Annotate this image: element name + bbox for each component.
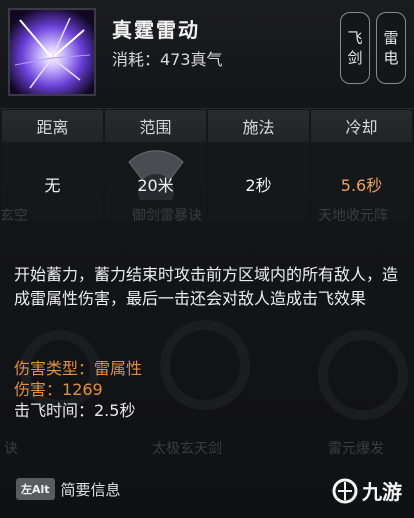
faint-text: 御剑雷暴诀	[132, 208, 202, 224]
damage-type-row: 伤害类型：雷属性	[14, 358, 142, 379]
faint-text: 太极玄天剑	[152, 441, 222, 457]
watermark-logo: 九游	[332, 476, 402, 505]
damage-value: 1269	[62, 380, 103, 399]
stat-distance: 距离 无	[2, 110, 103, 220]
tag-thunder: 雷 电	[376, 12, 406, 84]
stat-value: 2秒	[245, 176, 272, 195]
stat-header: 施法	[208, 110, 309, 142]
tag-char: 飞	[347, 29, 363, 47]
tag-char: 剑	[347, 49, 363, 67]
faint-text: 天地收元阵	[318, 208, 388, 224]
skill-description: 开始蓄力，蓄力结束时攻击前方区域内的所有敌人，造成雷属性伤害，最后一击还会对敌人…	[14, 265, 399, 308]
background-swirl	[160, 320, 250, 410]
tag-flying-sword: 飞 剑	[340, 12, 370, 84]
background-swirl	[318, 330, 408, 420]
stat-value: 5.6秒	[340, 176, 383, 195]
knockup-row: 击飞时间：2.5秒	[14, 401, 136, 420]
stat-header: 冷却	[311, 110, 412, 142]
faint-text: 诀	[4, 441, 18, 457]
stat-value: 20米	[137, 176, 174, 195]
stat-header: 范围	[105, 110, 206, 142]
tag-char: 电	[383, 49, 399, 67]
skill-properties: 伤害类型：雷属性 伤害：1269 击飞时间：2.5秒	[14, 358, 142, 421]
skill-tags: 飞 剑 雷 电	[340, 12, 406, 84]
tag-char: 雷	[383, 29, 399, 47]
stat-value: 无	[44, 176, 61, 195]
damage-label: 伤害：	[14, 380, 63, 399]
damage-type-label: 伤害类型：	[14, 359, 95, 378]
logo-text: 九游	[362, 480, 402, 504]
stat-cooldown: 冷却 5.6秒	[311, 110, 412, 220]
nine-game-logo-icon	[332, 478, 358, 503]
faint-text: 玄空	[0, 208, 28, 224]
stat-cast: 施法 2秒	[208, 110, 309, 220]
damage-type-value: 雷属性	[94, 359, 143, 378]
stat-range: 范围 20米	[105, 110, 206, 220]
lightning-skill-icon	[8, 8, 96, 96]
stat-header: 距离	[2, 110, 103, 142]
skill-name: 真霆雷动	[112, 18, 200, 42]
alt-key-badge: 左Alt	[16, 478, 55, 500]
faint-text: 雷元爆发	[328, 441, 384, 457]
skill-tooltip: 真霆雷动 消耗：473真气 飞 剑 雷 电 距离 无 范围 20米 施法 2秒 …	[0, 0, 414, 518]
damage-row: 伤害：1269	[14, 379, 142, 400]
skill-cost: 消耗：473真气	[112, 50, 223, 69]
skill-header: 真霆雷动 消耗：473真气 飞 剑 雷 电	[0, 0, 414, 109]
footer-hint: 左Alt 简要信息	[16, 478, 121, 500]
stats-table: 距离 无 范围 20米 施法 2秒 冷却 5.6秒 玄空 御剑雷暴诀 天地收元阵	[0, 110, 414, 224]
brief-info-label: 简要信息	[60, 480, 121, 499]
